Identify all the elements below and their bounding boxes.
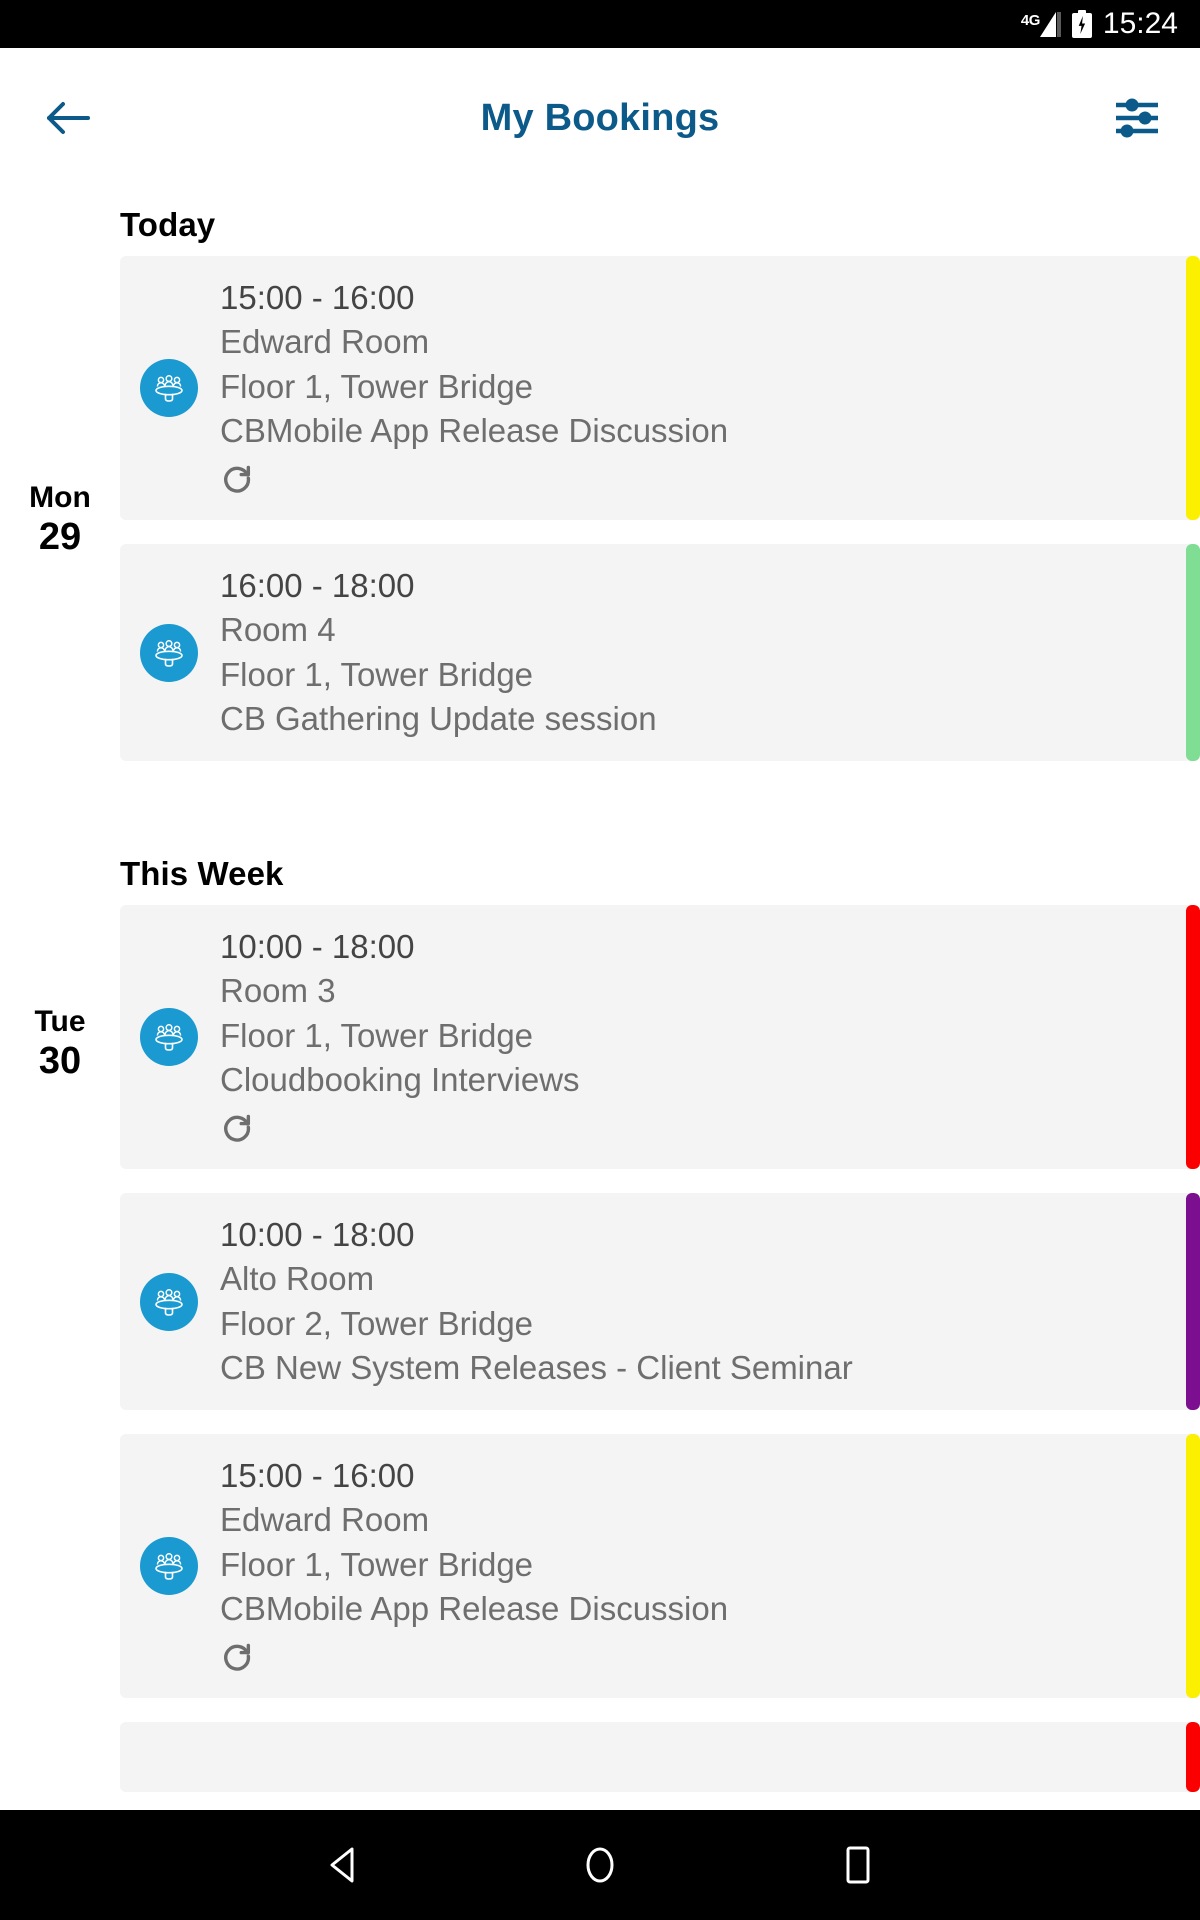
- date-label: Mon 29: [0, 256, 120, 785]
- section-heading: This Week: [120, 855, 284, 892]
- booking-details: 15:00 - 16:00 Edward Room Floor 1, Tower…: [220, 278, 1200, 498]
- booking-room: Room 3: [220, 972, 336, 1010]
- booking-card[interactable]: 10:00 - 18:00 Room 3 Floor 1, Tower Brid…: [120, 905, 1200, 1169]
- day-group: Tue 30 10:00 - 18:00 Room 3 Floor 1, Tow…: [0, 905, 1200, 1792]
- android-navigation-bar: [0, 1810, 1200, 1920]
- booking-room: Edward Room: [220, 1501, 430, 1539]
- booking-description: CB Gathering Update session: [220, 699, 657, 737]
- refresh-recurring-icon: [224, 1114, 251, 1142]
- booking-time: 15:00 - 16:00: [220, 1457, 415, 1494]
- network-type-label: 4G: [1020, 12, 1041, 29]
- meeting-room-icon: [140, 1537, 198, 1595]
- booking-time: 10:00 - 18:00: [220, 1216, 415, 1253]
- meeting-room-icon: [140, 1008, 198, 1066]
- meeting-room-icon: [140, 623, 198, 682]
- booking-card[interactable]: 15:00 - 16:00 Edward Room Floor 1, Tower…: [120, 1434, 1200, 1698]
- booking-details: 16:00 - 18:00 Room 4 Floor 1, Tower Brid…: [220, 566, 1200, 739]
- status-bar-right-cluster: 4G 15:24: [1021, 9, 1178, 39]
- section-divider-space: [0, 785, 1200, 837]
- status-stripe: [1186, 256, 1200, 520]
- nav-back-button[interactable]: [306, 1829, 378, 1901]
- booking-card[interactable]: 16:00 - 18:00 Room 4 Floor 1, Tower Brid…: [120, 544, 1200, 761]
- booking-room: Room 4: [220, 611, 336, 649]
- nav-back-triangle-icon: [330, 1847, 354, 1883]
- booking-card[interactable]: 10:00 - 18:00 Alto Room Floor 2, Tower B…: [120, 1193, 1200, 1410]
- booking-details: 15:00 - 16:00 Edward Room Floor 1, Tower…: [220, 1456, 1200, 1676]
- nav-recents-square-icon: [846, 1846, 870, 1884]
- status-stripe: [1186, 1722, 1200, 1792]
- date-day-number: 30: [38, 1039, 82, 1082]
- day-group: Mon 29 15:00 - 16:00 Edward Room Floor 1…: [0, 256, 1200, 785]
- booking-time: 16:00 - 18:00: [220, 567, 415, 604]
- nav-home-button[interactable]: [564, 1829, 636, 1901]
- booking-description: CBMobile App Release Discussion: [220, 411, 729, 449]
- booking-card-partial[interactable]: [120, 1722, 1200, 1792]
- back-button[interactable]: [36, 87, 98, 149]
- section-today: Today Mon 29 15:00 - 16:00 Edward Room F…: [0, 188, 1200, 785]
- date-day-number: 29: [38, 515, 82, 558]
- refresh-recurring-icon: [224, 465, 251, 493]
- bookings-scroll-area[interactable]: Today Mon 29 15:00 - 16:00 Edward Room F…: [0, 188, 1200, 1810]
- signal-strength-icon: [1039, 11, 1061, 37]
- booking-location: Floor 1, Tower Bridge: [220, 655, 534, 693]
- booking-location: Floor 2, Tower Bridge: [220, 1304, 534, 1342]
- date-day-of-week: Mon: [29, 481, 91, 515]
- nav-recents-button[interactable]: [822, 1829, 894, 1901]
- booking-time: 10:00 - 18:00: [220, 928, 415, 965]
- app-bar: My Bookings: [0, 48, 1200, 188]
- date-label: Tue 30: [0, 1005, 120, 1083]
- booking-description: CB New System Releases - Client Seminar: [220, 1348, 853, 1386]
- booking-room: Alto Room: [220, 1260, 375, 1298]
- booking-description: Cloudbooking Interviews: [220, 1060, 580, 1098]
- booking-time: 15:00 - 16:00: [220, 279, 415, 316]
- booking-list: 10:00 - 18:00 Room 3 Floor 1, Tower Brid…: [120, 905, 1200, 1792]
- my-bookings-screen: 4G 15:24 My Bookings Today Mon 29 15:00 …: [0, 0, 1200, 1920]
- status-stripe: [1186, 544, 1200, 761]
- booking-location: Floor 1, Tower Bridge: [220, 367, 534, 405]
- meeting-room-icon: [140, 359, 198, 417]
- battery-charging-icon: [1071, 10, 1092, 38]
- status-stripe: [1186, 1434, 1200, 1698]
- filter-sliders-icon: [1116, 98, 1158, 138]
- refresh-recurring-icon: [224, 1643, 251, 1671]
- signal-bars-icon: 4G: [1021, 11, 1061, 37]
- booking-description: CBMobile App Release Discussion: [220, 1589, 729, 1627]
- filter-button[interactable]: [1106, 87, 1168, 149]
- booking-card[interactable]: 15:00 - 16:00 Edward Room Floor 1, Tower…: [120, 256, 1200, 520]
- booking-details: 10:00 - 18:00 Alto Room Floor 2, Tower B…: [220, 1215, 1200, 1388]
- status-stripe: [1186, 905, 1200, 1169]
- meeting-room-icon: [140, 1272, 198, 1331]
- status-bar: 4G 15:24: [0, 0, 1200, 48]
- section-this-week: This Week Tue 30 10:00 - 18:00 Room 3 Fl…: [0, 837, 1200, 1792]
- booking-location: Floor 1, Tower Bridge: [220, 1545, 534, 1583]
- status-bar-clock: 15:24: [1102, 7, 1178, 40]
- nav-home-circle-icon: [586, 1847, 614, 1883]
- booking-room: Edward Room: [220, 323, 430, 361]
- booking-list: 15:00 - 16:00 Edward Room Floor 1, Tower…: [120, 256, 1200, 785]
- status-stripe: [1186, 1193, 1200, 1410]
- arrow-left-icon: [47, 102, 90, 134]
- booking-details: 10:00 - 18:00 Room 3 Floor 1, Tower Brid…: [220, 927, 1200, 1147]
- date-day-of-week: Tue: [34, 1005, 86, 1038]
- section-heading: Today: [120, 206, 216, 243]
- page-title: My Bookings: [480, 96, 720, 139]
- booking-location: Floor 1, Tower Bridge: [220, 1016, 534, 1054]
